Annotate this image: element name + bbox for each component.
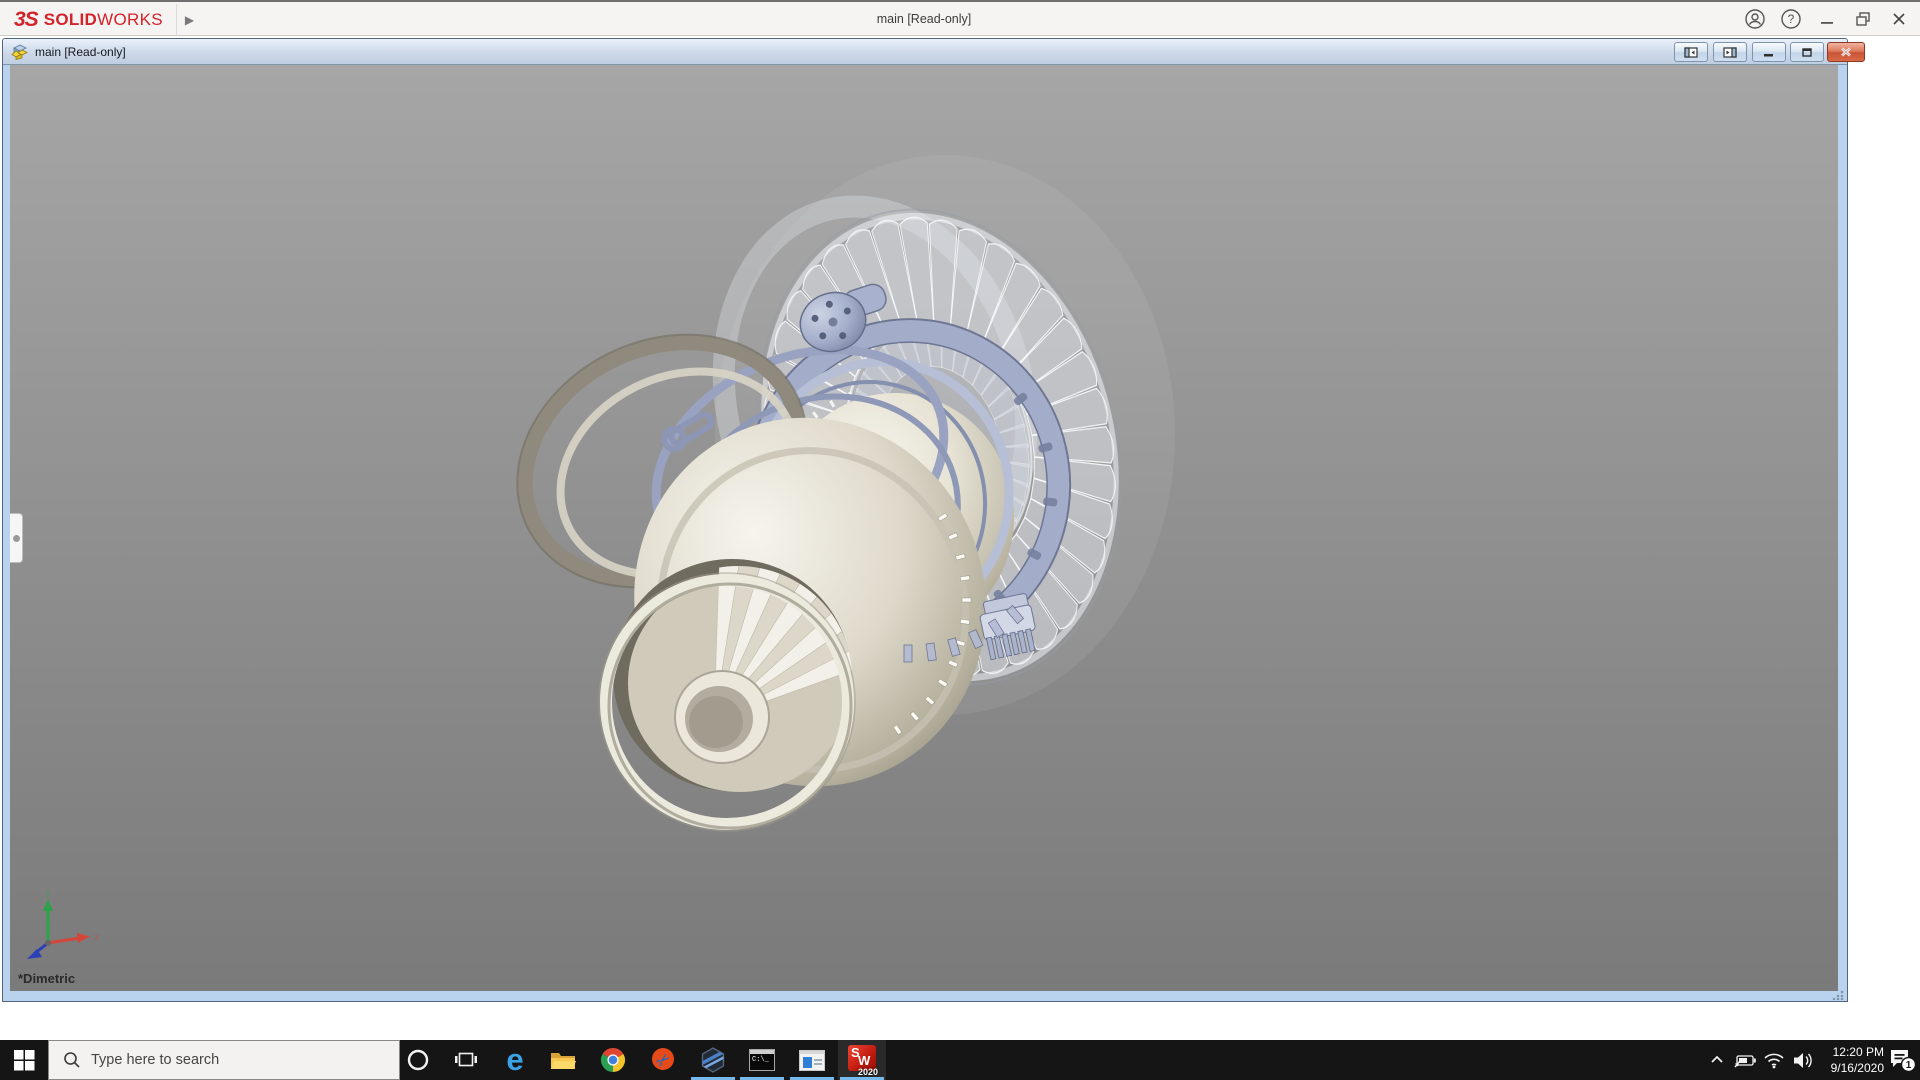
titlebar-separator (176, 4, 177, 35)
notification-icon: 1 (1891, 1050, 1917, 1073)
battery-status[interactable] (1731, 1040, 1759, 1080)
command-prompt-icon: C:\_ (749, 1049, 775, 1071)
doc-minimize-button[interactable] (1752, 42, 1786, 62)
tab-grip-dot (12, 534, 20, 542)
doc-close-button[interactable] (1827, 42, 1865, 62)
minimize-button[interactable] (1809, 2, 1845, 36)
screen-capture-button[interactable]: ✂ (639, 1040, 687, 1080)
document-titlebar[interactable]: main [Read-only] (3, 39, 1865, 65)
notification-badge: 1 (1906, 1060, 1912, 1071)
doc-minimize-icon (1764, 53, 1773, 56)
document-title: main [Read-only] (35, 44, 126, 59)
doc-restore-button[interactable] (1790, 42, 1824, 62)
show-right-pane-button[interactable] (1713, 42, 1747, 62)
document-window: main [Read-only] y x *Dimetric (2, 38, 1865, 1002)
doc-close-icon (1841, 47, 1851, 57)
edge-icon: e (506, 1042, 524, 1077)
chrome-button[interactable] (589, 1040, 637, 1080)
restore-icon (1856, 12, 1870, 26)
clock-date: 9/16/2020 (1830, 1061, 1884, 1075)
cortana-icon (407, 1049, 429, 1071)
pane-right-icon (1723, 46, 1737, 58)
network-status[interactable] (1760, 1040, 1788, 1080)
brand-text-solid: SOLID (43, 10, 98, 29)
user-icon (1745, 9, 1765, 29)
cortana-button[interactable] (394, 1040, 442, 1080)
search-icon (64, 1052, 80, 1068)
speaker-icon (1794, 1053, 1812, 1068)
show-left-pane-button[interactable] (1674, 42, 1708, 62)
scissors-app-icon: ✂ (652, 1048, 675, 1072)
pane-left-icon (1684, 46, 1698, 58)
triad-y-label: y (46, 888, 51, 899)
close-icon (1893, 13, 1905, 25)
jet-engine-model[interactable] (10, 65, 1838, 991)
help-icon: ? (1781, 9, 1801, 29)
view-orientation-label: *Dimetric (18, 971, 76, 986)
help-button[interactable]: ? (1773, 2, 1809, 36)
windows-taskbar: Type here to search e ✂ C:\_ S W 2020 12… (0, 1040, 1920, 1080)
edge-button[interactable]: e (491, 1040, 539, 1080)
doc-restore-icon (1802, 47, 1812, 57)
menu-expand-chevron-icon[interactable]: ▶ (185, 13, 194, 27)
file-explorer-icon (551, 1053, 576, 1069)
file-explorer-button[interactable] (539, 1040, 587, 1080)
wifi-icon (1764, 1053, 1784, 1069)
solidworks-logo: 3S SOLID WORKS ▶ (14, 7, 194, 33)
minimize-icon (1821, 22, 1833, 24)
brand-text-works: WORKS (97, 10, 163, 29)
restore-button[interactable] (1845, 2, 1881, 36)
chevron-up-icon (1711, 1055, 1723, 1063)
start-button[interactable] (0, 1040, 48, 1080)
orientation-triad: y x (27, 888, 100, 959)
tray-expand-button[interactable] (1702, 1040, 1732, 1080)
feature-tree-collapse-tab[interactable] (10, 513, 23, 563)
close-button[interactable] (1881, 2, 1917, 36)
triad-x-label: x (95, 932, 100, 943)
app-window-title: main [Read-only] (876, 12, 972, 26)
3ds-logo-icon: 3S (14, 8, 39, 31)
task-view-button[interactable] (442, 1040, 490, 1080)
svg-text:?: ? (1788, 12, 1795, 26)
window-app-icon (799, 1049, 825, 1071)
command-prompt-button[interactable]: C:\_ (738, 1040, 786, 1080)
taskbar-search-input[interactable]: Type here to search (48, 1040, 400, 1080)
account-button[interactable] (1737, 2, 1773, 36)
sw-letter-w: W (858, 1053, 871, 1068)
cmd-prompt-text: C:\_ (752, 1056, 769, 1064)
task-view-icon (455, 1052, 477, 1067)
windows-logo-icon (14, 1050, 35, 1071)
solidworks-taskbar-button[interactable]: S W 2020 (838, 1040, 886, 1080)
battery-charging-icon (1734, 1055, 1756, 1068)
action-center-button[interactable]: 1 (1884, 1040, 1920, 1080)
chrome-icon (600, 1047, 626, 1072)
graphics-viewport[interactable]: y x *Dimetric (10, 65, 1838, 991)
solidworks-2020-icon: S W 2020 (847, 1045, 878, 1077)
hexagon-app-button[interactable] (689, 1040, 737, 1080)
search-placeholder: Type here to search (91, 1052, 220, 1068)
resize-grip[interactable] (1832, 990, 1844, 1000)
sw-year: 2020 (857, 1067, 878, 1077)
clock-time: 12:20 PM (1832, 1045, 1884, 1059)
window-app-button[interactable] (788, 1040, 836, 1080)
taskbar-clock[interactable]: 12:20 PM 9/16/2020 (1812, 1040, 1884, 1080)
assembly-icon (11, 44, 28, 60)
hexagon-app-icon (701, 1047, 725, 1073)
app-titlebar: 3S SOLID WORKS ▶ main [Read-only] ? (0, 0, 1920, 36)
